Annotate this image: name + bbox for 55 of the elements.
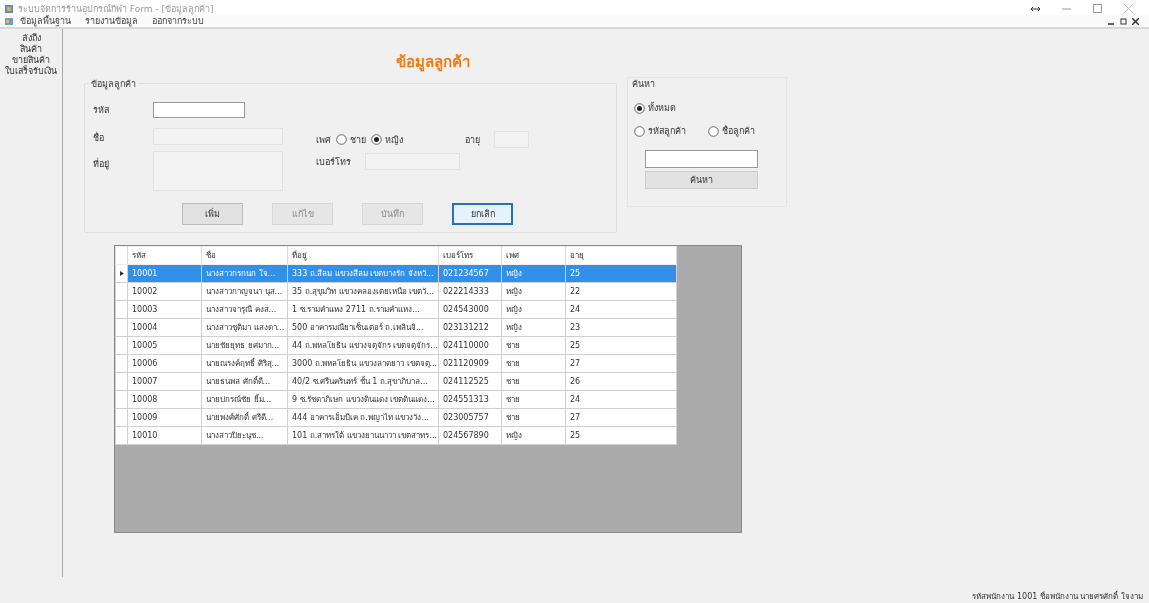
field-label: ที่อยู่ bbox=[93, 157, 110, 171]
radio-button[interactable] bbox=[634, 102, 645, 114]
search-button[interactable]: ค้นหา bbox=[645, 171, 758, 189]
table-row[interactable]: 10002 นางสาวกาญจนา นุส... 35 ถ.สุขุมวิท แขวงคลองเตยเหนือ เขตวั... 022214333 หญิง 22 bbox=[115, 282, 677, 301]
menu-item[interactable]: ออกจากระบบ bbox=[152, 14, 204, 28]
radio-label[interactable]: หญิง bbox=[385, 132, 403, 147]
radio-label[interactable]: ทั้งหมด bbox=[648, 101, 676, 115]
sidebar-item[interactable]: สินค้า bbox=[20, 44, 42, 55]
column-header[interactable]: เพศ bbox=[501, 246, 566, 265]
column-header[interactable]: ชื่อ bbox=[201, 246, 288, 265]
radio-button[interactable] bbox=[708, 125, 719, 137]
column-header[interactable]: เบอร์โทร bbox=[438, 246, 502, 265]
window-title: ระบบจัดการร้านอุปกรณ์กีฬา Form - [ข้อมูลลูกค้า] bbox=[18, 2, 214, 15]
field-label: อายุ bbox=[465, 134, 480, 145]
restore-icon[interactable] bbox=[1120, 17, 1127, 25]
radio-button[interactable] bbox=[371, 134, 382, 145]
sidebar-item[interactable]: ลังถึง bbox=[21, 33, 41, 44]
group-title: ข้อมูลลูกค้า bbox=[89, 77, 138, 91]
radio-button[interactable] bbox=[634, 125, 645, 137]
table-row[interactable]: 10010 นางสาวปิยะนุช... 101 ถ.สาทรใต้ แขวงยานนาวา เขตสาทร... 024567890 หญิง 25 bbox=[115, 426, 677, 445]
radio-label[interactable]: ชาย bbox=[350, 132, 366, 147]
field-label: เบอร์โทร bbox=[316, 155, 351, 169]
radio-label[interactable]: รหัสลูกค้า bbox=[648, 124, 686, 138]
field-label: ชื่อ bbox=[93, 131, 105, 145]
table-row[interactable]: 10003 นางสาวจารุณี คงส... 1 ซ.รามคำแหง 2711 ถ.รามคำแหง... 024543000 หญิง 24 bbox=[115, 300, 677, 319]
input-field[interactable] bbox=[153, 102, 245, 118]
form-heading: ข้อมูลลูกค้า bbox=[396, 53, 471, 71]
radio-label[interactable]: ชื่อลูกค้า bbox=[722, 124, 755, 138]
column-header[interactable]: ที่อยู่ bbox=[287, 246, 439, 265]
radio-button[interactable] bbox=[336, 134, 347, 145]
maximize-icon[interactable] bbox=[1093, 4, 1102, 13]
table-row[interactable]: 10005 นายชัยยุทธ ยศมาก... 44 ถ.พหลโยธิน แขวงจตุจักร เขตจตุจักร... 024110000 ชาย 25 bbox=[115, 336, 677, 355]
close-icon[interactable] bbox=[1132, 17, 1139, 25]
sidebar-item[interactable]: ขายสินค้า bbox=[12, 55, 50, 66]
sidebar-item[interactable]: ใบเสร็จรับเงิน bbox=[5, 66, 57, 77]
table-row[interactable]: 10006 นายณรงค์ฤทธิ์ ศิริสุ... 3000 ถ.พหลโยธิน แขวงลาดยาว เขตจตุ... 021120909 ชาย 27 bbox=[115, 354, 677, 373]
group-title: ค้นหา bbox=[632, 78, 655, 91]
app-icon bbox=[4, 3, 14, 14]
table-row[interactable]: 10009 นายพงศ์ศักดิ์ ศรีดี... 444 อาคารเอ็มบีเค ถ.พญาไท แขวงวัง... 023005757 ชาย 27 bbox=[115, 408, 677, 427]
row-pointer-icon bbox=[119, 271, 124, 276]
table-row[interactable]: 10004 นางสาวชุติมา แสงดา... 500 อาคารมณียาเซ็นเตอร์ ถ.เพลินจิ... 023131212 หญิง 23 bbox=[115, 318, 677, 337]
menu-item[interactable]: รายงานข้อมูล bbox=[85, 14, 138, 28]
resize-icon[interactable] bbox=[1031, 5, 1040, 12]
column-header[interactable]: รหัส bbox=[127, 246, 202, 265]
column-header[interactable]: อายุ bbox=[565, 246, 677, 265]
field-label: รหัส bbox=[93, 105, 109, 115]
status-text: รหัสพนักงาน 1001 ชื่อพนักงาน นายศรศักดิ์ ใจงาม bbox=[972, 589, 1143, 603]
form-button[interactable]: ยกเลิก bbox=[452, 203, 513, 225]
field-label: เพศ bbox=[316, 133, 331, 147]
menu-item[interactable]: ข้อมูลพื้นฐาน bbox=[20, 14, 71, 28]
form-button[interactable]: เพิ่ม bbox=[182, 203, 243, 225]
search-field[interactable] bbox=[645, 150, 758, 168]
form-icon bbox=[4, 16, 14, 26]
table-row[interactable]: 10008 นายปกรณ์ชัย ยิ้ม... 9 ซ.รัชดาภิเษก แขวงดินแดง เขตดินแดง... 024551313 ชาย 24 bbox=[115, 390, 677, 409]
table-row[interactable]: 10007 นายธนพล ศักดิ์ดี... 40/2 ซ.ศรีนครินทร์ ชั้น 1 ถ.สุขาภิบาล... 024112525 ชาย 26 bbox=[115, 372, 677, 391]
